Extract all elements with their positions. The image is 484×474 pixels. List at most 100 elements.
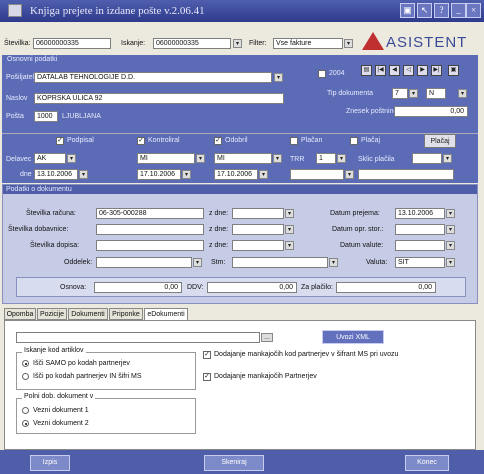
question-button[interactable]: ?	[434, 3, 449, 18]
datum-opr-dropdown-icon[interactable]: ▾	[446, 225, 455, 234]
tab-priponke[interactable]: Priponke	[109, 308, 143, 320]
dne1-dropdown-icon[interactable]: ▾	[79, 170, 88, 179]
radio-isci-in[interactable]	[22, 373, 29, 380]
last-icon[interactable]: ▶|	[431, 65, 442, 76]
help-button[interactable]: ▣	[400, 3, 415, 18]
tab-dokumenti[interactable]: Dokumenti	[68, 308, 108, 320]
polni-group-title: Polni dob. dokument v	[22, 393, 96, 400]
stevilka-input[interactable]: 06000000335	[33, 38, 111, 49]
radio-vezni-2[interactable]	[22, 420, 29, 427]
minimize-button[interactable]: _	[451, 3, 466, 18]
podpisal-checkbox[interactable]: ✓	[56, 137, 64, 145]
next-icon[interactable]: ▶	[417, 65, 428, 76]
datum-valute-label: Datum valute:	[340, 242, 384, 249]
year-checkbox[interactable]	[318, 70, 326, 78]
dne2-dropdown-icon[interactable]: ▾	[182, 170, 191, 179]
stevilka-dopisa-input[interactable]	[96, 240, 204, 251]
posta-input[interactable]: 1000	[34, 111, 58, 122]
znesek-input[interactable]: 0,00	[394, 106, 468, 117]
oddelek-select[interactable]	[96, 257, 192, 268]
ddv-input[interactable]: 0,00	[207, 282, 297, 293]
ddv-label: DDV:	[187, 284, 204, 291]
stm-select[interactable]	[232, 257, 328, 268]
radio-vezni-1[interactable]	[22, 407, 29, 414]
prev-icon[interactable]: ◀	[389, 65, 400, 76]
iskanje-group-title: Iskanje kod artiklov	[22, 347, 86, 354]
iskanje-input[interactable]: 06000000335	[153, 38, 231, 49]
stevilka-racuna-input[interactable]: 06-305-000288	[96, 208, 204, 219]
datum-valute-input[interactable]	[395, 240, 445, 251]
konec-button[interactable]: Konec	[405, 455, 449, 471]
browse-icon[interactable]: …	[261, 333, 273, 342]
stm-dropdown-icon[interactable]: ▾	[329, 258, 338, 267]
zaplacilo-label: Za plačilo:	[301, 284, 333, 291]
title-bar: Knjiga prejete in izdane pošte v.2.06.41…	[0, 0, 484, 22]
filter-select[interactable]: Vse fakture	[273, 38, 343, 49]
dodajanje-partnerjev-checkbox[interactable]: ✓	[203, 373, 211, 381]
sklic-dropdown-icon[interactable]: ▾	[443, 154, 452, 163]
valuta-select[interactable]: SIT	[395, 257, 445, 268]
placaj-checkbox[interactable]	[350, 137, 358, 145]
z-dne-input-1[interactable]	[232, 208, 284, 219]
tip-select-2[interactable]: N	[426, 88, 446, 99]
posiljatelj-dropdown-icon[interactable]: ▾	[274, 73, 283, 82]
trr-dropdown-icon[interactable]: ▾	[337, 154, 346, 163]
dodajanje-kod-checkbox[interactable]: ✓	[203, 351, 211, 359]
dne-input-1[interactable]: 13.10.2006	[34, 169, 78, 180]
datum-prejema-input[interactable]: 13.10.2006	[395, 208, 445, 219]
dne3-dropdown-icon[interactable]: ▾	[259, 170, 268, 179]
delavec-select-2[interactable]: MI	[137, 153, 195, 164]
copy-icon[interactable]: ▤	[361, 65, 372, 76]
datum-opr-input[interactable]	[395, 224, 445, 235]
oddelek-dropdown-icon[interactable]: ▾	[193, 258, 202, 267]
iskanje-dropdown-icon[interactable]: ▾	[233, 39, 242, 48]
izpis-button[interactable]: Izpis	[30, 455, 70, 471]
tip-select[interactable]: 7	[392, 88, 408, 99]
zaplacilo-input[interactable]: 0,00	[336, 282, 436, 293]
trr-account-input[interactable]	[290, 169, 344, 180]
valuta-dropdown-icon[interactable]: ▾	[446, 258, 455, 267]
posiljatelj-input[interactable]: DATALAB TEHNOLOGIJE D.D.	[34, 72, 272, 83]
placaj-label: Plačaj	[361, 137, 381, 144]
datum-valute-dropdown-icon[interactable]: ▾	[446, 241, 455, 250]
delavec2-dropdown-icon[interactable]: ▾	[196, 154, 205, 163]
delavec-select-3[interactable]: MI	[214, 153, 272, 164]
save-icon[interactable]: ▣	[448, 65, 459, 76]
trr-select[interactable]: 1	[316, 153, 336, 164]
delavec1-dropdown-icon[interactable]: ▾	[67, 154, 76, 163]
tab-pozicije[interactable]: Pozicije	[37, 308, 67, 320]
tab-opomba[interactable]: Opomba	[4, 308, 36, 320]
z-dne2-dropdown-icon[interactable]: ▾	[285, 225, 294, 234]
delavec3-dropdown-icon[interactable]: ▾	[273, 154, 282, 163]
tip2-dropdown-icon[interactable]: ▾	[458, 89, 467, 98]
z-dne-input-2[interactable]	[232, 224, 284, 235]
naslov-input[interactable]: KOPRSKA ULICA 92	[34, 93, 284, 104]
uvozi-xml-button[interactable]: Uvozi XML	[322, 330, 384, 344]
kontroliral-checkbox[interactable]: ✓	[137, 137, 145, 145]
radio-isci-samo[interactable]	[22, 360, 29, 367]
delavec-select-1[interactable]: AK	[34, 153, 66, 164]
skeniraj-button[interactable]: Skeniraj	[204, 455, 264, 471]
xml-path-input[interactable]	[16, 332, 260, 343]
first-icon[interactable]: |◀	[375, 65, 386, 76]
placan-checkbox[interactable]	[290, 137, 298, 145]
trr-account-dropdown-icon[interactable]: ▾	[345, 170, 354, 179]
dne-input-3[interactable]: 17.10.2006	[214, 169, 258, 180]
sklic-input[interactable]	[358, 169, 454, 180]
stevilka-dobavnice-input[interactable]	[96, 224, 204, 235]
z-dne1-dropdown-icon[interactable]: ▾	[285, 209, 294, 218]
z-dne3-dropdown-icon[interactable]: ▾	[285, 241, 294, 250]
pointer-button[interactable]: ↖	[417, 3, 432, 18]
tip-dropdown-icon[interactable]: ▾	[409, 89, 418, 98]
sklic-select[interactable]	[412, 153, 442, 164]
placaj-button[interactable]: Plačaj	[424, 134, 456, 148]
prev-page-icon[interactable]: ◁	[403, 65, 414, 76]
z-dne-input-3[interactable]	[232, 240, 284, 251]
osnova-input[interactable]: 0,00	[94, 282, 182, 293]
stevilka-label: Številka:	[4, 40, 31, 47]
odobril-checkbox[interactable]: ✓	[214, 137, 222, 145]
datum-prejema-dropdown-icon[interactable]: ▾	[446, 209, 455, 218]
close-button[interactable]: ×	[466, 3, 481, 18]
filter-dropdown-icon[interactable]: ▾	[344, 39, 353, 48]
dne-input-2[interactable]: 17.10.2006	[137, 169, 181, 180]
